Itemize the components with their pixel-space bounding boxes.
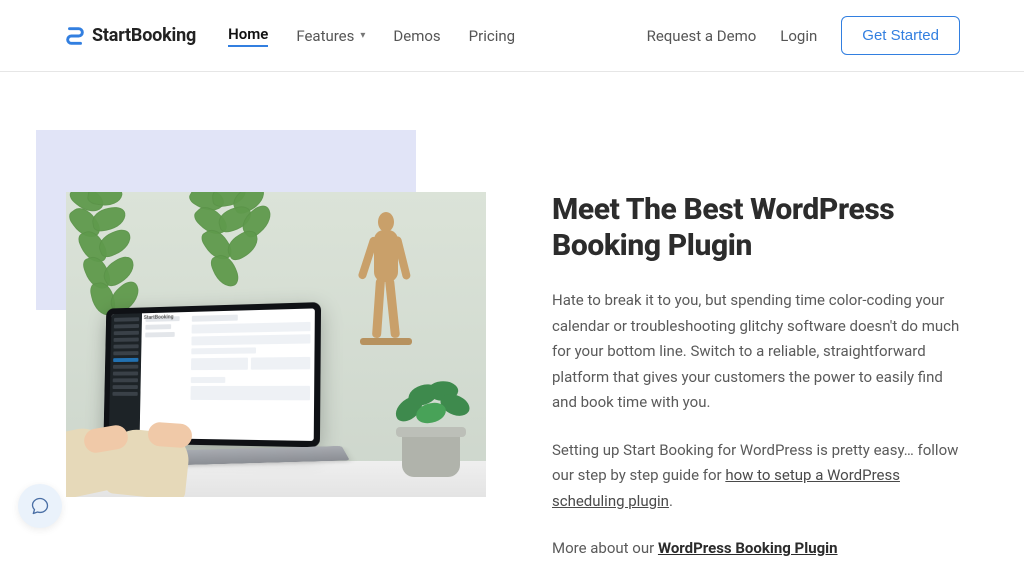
- hero-p2-post: .: [669, 492, 673, 510]
- login-link[interactable]: Login: [780, 27, 817, 45]
- request-demo-link[interactable]: Request a Demo: [647, 27, 757, 45]
- site-header: StartBooking Home Features ▾ Demos Prici…: [0, 0, 1024, 72]
- hero-paragraph-3: More about our WordPress Booking Plugin: [552, 536, 960, 562]
- chat-widget-button[interactable]: [18, 484, 62, 528]
- header-right: Request a Demo Login Get Started: [647, 16, 960, 55]
- hero-copy: Meet The Best WordPress Booking Plugin H…: [552, 130, 960, 584]
- chevron-down-icon: ▾: [360, 30, 365, 41]
- nav-pricing[interactable]: Pricing: [469, 27, 515, 45]
- potted-plant: [388, 381, 474, 477]
- wooden-mannequin: [350, 212, 420, 372]
- nav-demos[interactable]: Demos: [393, 27, 440, 45]
- hands-typing: [66, 407, 222, 497]
- brand-logo[interactable]: StartBooking: [64, 25, 196, 47]
- screen-app-label: StartBooking: [144, 314, 174, 321]
- hero-paragraph-1: Hate to break it to you, but spending ti…: [552, 288, 960, 416]
- chat-icon: [30, 496, 50, 516]
- hero-illustration: StartBooking: [36, 130, 496, 584]
- nav-features[interactable]: Features ▾: [296, 27, 365, 45]
- hero-paragraph-2: Setting up Start Booking for WordPress i…: [552, 438, 960, 515]
- hero-photo: StartBooking: [66, 192, 486, 497]
- nav-features-label: Features: [296, 27, 354, 45]
- nav-home[interactable]: Home: [228, 25, 268, 47]
- get-started-button[interactable]: Get Started: [841, 16, 960, 55]
- hero-section: StartBooking: [0, 72, 1024, 584]
- hero-heading: Meet The Best WordPress Booking Plugin: [552, 192, 960, 264]
- brand-mark-icon: [64, 25, 86, 47]
- brand-name: StartBooking: [92, 25, 196, 46]
- primary-nav: Home Features ▾ Demos Pricing: [228, 25, 515, 47]
